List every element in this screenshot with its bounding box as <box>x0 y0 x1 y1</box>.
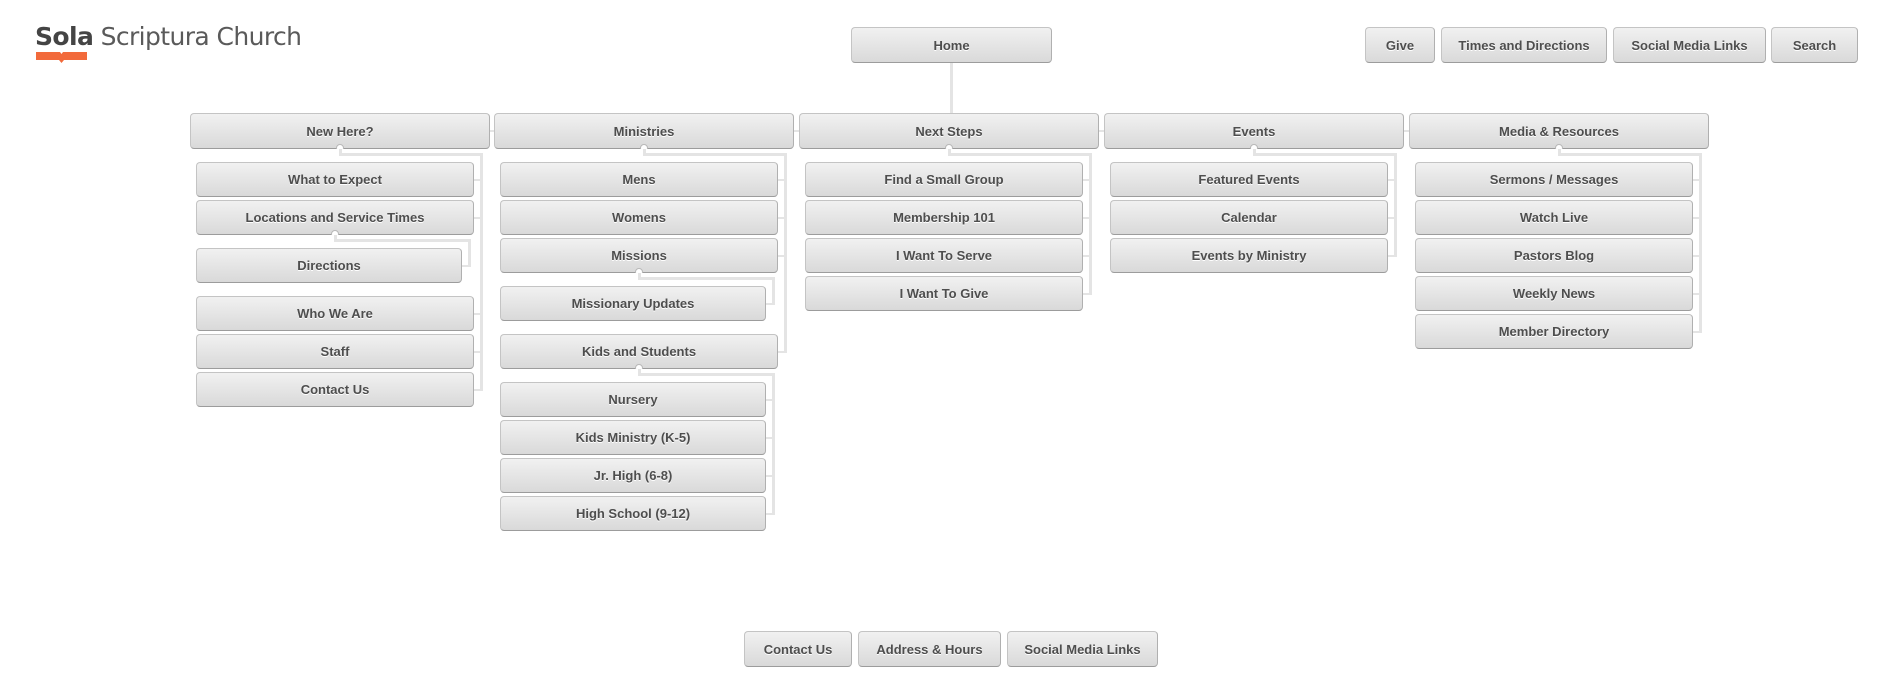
page-mens-button[interactable]: Mens <box>500 162 778 197</box>
section-ministries-button[interactable]: Ministries <box>494 113 794 149</box>
page-contact-us-button[interactable]: Contact Us <box>196 372 474 407</box>
sub-branch-line <box>638 277 774 280</box>
page-directions-button-label: Directions <box>297 258 361 273</box>
utility-times-directions-button[interactable]: Times and Directions <box>1441 27 1607 63</box>
page-high-school-9-12-button-label: High School (9-12) <box>575 506 691 521</box>
page-watch-live-button-label: Watch Live <box>1519 210 1589 225</box>
footer-social-media-button[interactable]: Social Media Links <box>1007 631 1158 667</box>
branch-vertical <box>1394 153 1397 257</box>
page-i-want-to-give-button[interactable]: I Want To Give <box>805 276 1083 311</box>
page-sermons-messages-button[interactable]: Sermons / Messages <box>1415 162 1693 197</box>
branch-vertical <box>784 153 787 353</box>
footer-contact-us-button[interactable]: Contact Us <box>744 631 852 667</box>
page-jr-high-6-8-button[interactable]: Jr. High (6-8) <box>500 458 766 493</box>
page-pastors-blog-button-label: Pastors Blog <box>1513 248 1595 263</box>
page-member-directory-button[interactable]: Member Directory <box>1415 314 1693 349</box>
page-events-by-ministry-button-label: Events by Ministry <box>1191 248 1307 263</box>
page-jr-high-6-8-button-label: Jr. High (6-8) <box>593 468 673 483</box>
logo-light-text: Scriptura Church <box>100 22 302 51</box>
page-find-a-small-group-button-label: Find a Small Group <box>884 172 1004 187</box>
page-weekly-news-button-label: Weekly News <box>1512 286 1596 301</box>
page-missions-button[interactable]: Missions <box>500 238 778 273</box>
page-pastors-blog-button[interactable]: Pastors Blog <box>1415 238 1693 273</box>
site-logo[interactable]: Sola Scriptura Church <box>35 22 302 66</box>
page-kids-and-students-button-label: Kids and Students <box>581 344 697 359</box>
section-new-here-button-label: New Here? <box>306 123 374 139</box>
sub-branch-line <box>334 239 470 242</box>
utility-give-button[interactable]: Give <box>1365 27 1435 63</box>
sub-branch-vertical <box>772 373 775 515</box>
section-next-steps-button-label: Next Steps <box>915 123 983 139</box>
section-events-button[interactable]: Events <box>1104 113 1404 149</box>
page-who-we-are-button-label: Who We Are <box>297 306 373 321</box>
page-high-school-9-12-button[interactable]: High School (9-12) <box>500 496 766 531</box>
sitemap-home-button-label: Home <box>933 37 970 53</box>
page-missionary-updates-button[interactable]: Missionary Updates <box>500 286 766 321</box>
section-media-resources-button[interactable]: Media & Resources <box>1409 113 1709 149</box>
page-locations-and-service-times-button[interactable]: Locations and Service Times <box>196 200 474 235</box>
sub-branch-vertical <box>772 277 775 305</box>
page-what-to-expect-button[interactable]: What to Expect <box>196 162 474 197</box>
page-missions-button-label: Missions <box>611 248 667 263</box>
utility-social-media-button[interactable]: Social Media Links <box>1613 27 1766 63</box>
page-directions-button[interactable]: Directions <box>196 248 462 283</box>
page-staff-button[interactable]: Staff <box>196 334 474 369</box>
page-womens-button-label: Womens <box>612 210 666 225</box>
page-nursery-button[interactable]: Nursery <box>500 382 766 417</box>
branch-line <box>339 153 483 156</box>
page-nursery-button-label: Nursery <box>608 392 658 407</box>
page-featured-events-button-label: Featured Events <box>1198 172 1300 187</box>
page-membership-101-button[interactable]: Membership 101 <box>805 200 1083 235</box>
section-ministries-button-label: Ministries <box>613 123 675 139</box>
branch-line <box>1558 153 1702 156</box>
section-media-resources-button-label: Media & Resources <box>1499 123 1619 139</box>
section-next-steps-button[interactable]: Next Steps <box>799 113 1099 149</box>
page-find-a-small-group-button[interactable]: Find a Small Group <box>805 162 1083 197</box>
page-what-to-expect-button-label: What to Expect <box>288 172 382 187</box>
footer-address-hours-button[interactable]: Address & Hours <box>858 631 1001 667</box>
section-new-here-button[interactable]: New Here? <box>190 113 490 149</box>
branch-vertical <box>1699 153 1702 333</box>
branch-vertical <box>1089 153 1092 295</box>
page-contact-us-button-label: Contact Us <box>300 382 370 397</box>
page-weekly-news-button[interactable]: Weekly News <box>1415 276 1693 311</box>
utility-search-button[interactable]: Search <box>1771 27 1858 63</box>
page-calendar-button-label: Calendar <box>1221 210 1277 225</box>
logo-wordmark: Sola Scriptura Church <box>35 22 302 52</box>
page-womens-button[interactable]: Womens <box>500 200 778 235</box>
page-kids-ministry-k-5-button-label: Kids Ministry (K-5) <box>575 430 691 445</box>
sub-branch-line <box>638 373 774 376</box>
page-locations-and-service-times-button-label: Locations and Service Times <box>245 210 425 225</box>
page-events-by-ministry-button[interactable]: Events by Ministry <box>1110 238 1388 273</box>
page-mens-button-label: Mens <box>622 172 656 187</box>
branch-vertical <box>480 153 483 391</box>
page-featured-events-button[interactable]: Featured Events <box>1110 162 1388 197</box>
page-sermons-messages-button-label: Sermons / Messages <box>1489 172 1619 187</box>
page-kids-and-students-button[interactable]: Kids and Students <box>500 334 778 369</box>
branch-line <box>948 153 1092 156</box>
page-i-want-to-serve-button-label: I Want To Serve <box>895 248 993 263</box>
page-missionary-updates-button-label: Missionary Updates <box>571 296 695 311</box>
branch-line <box>643 153 787 156</box>
page-i-want-to-give-button-label: I Want To Give <box>899 286 989 301</box>
logo-bold-text: Sola <box>35 22 94 51</box>
page-kids-ministry-k-5-button[interactable]: Kids Ministry (K-5) <box>500 420 766 455</box>
sub-branch-vertical <box>468 239 471 267</box>
home-connector <box>950 63 953 113</box>
page-member-directory-button-label: Member Directory <box>1498 324 1610 339</box>
page-watch-live-button[interactable]: Watch Live <box>1415 200 1693 235</box>
page-who-we-are-button[interactable]: Who We Are <box>196 296 474 331</box>
page-staff-button-label: Staff <box>320 344 350 359</box>
page-calendar-button[interactable]: Calendar <box>1110 200 1388 235</box>
section-events-button-label: Events <box>1232 123 1276 139</box>
page-i-want-to-serve-button[interactable]: I Want To Serve <box>805 238 1083 273</box>
open-book-icon <box>36 52 87 63</box>
page-membership-101-button-label: Membership 101 <box>893 210 995 225</box>
sitemap-home-button[interactable]: Home <box>851 27 1052 63</box>
branch-line <box>1253 153 1397 156</box>
